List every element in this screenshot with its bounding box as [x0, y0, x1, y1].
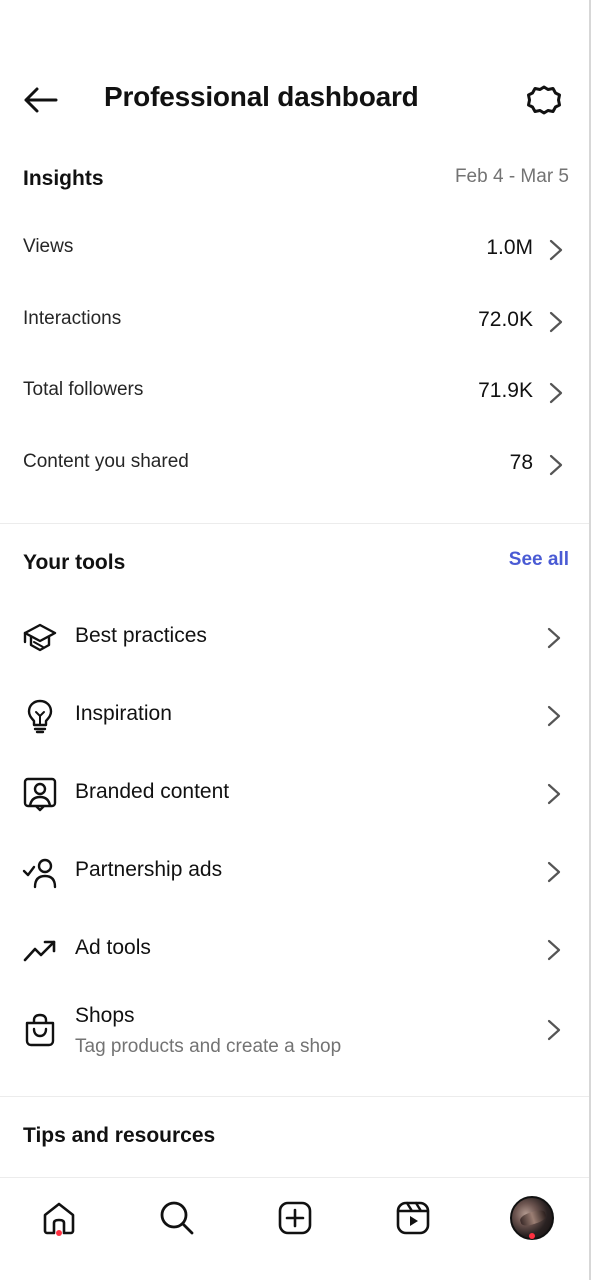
insight-row-interactions[interactable]: Interactions 72.0K — [0, 294, 589, 350]
chevron-right-icon — [549, 311, 563, 333]
insight-row-views[interactable]: Views 1.0M — [0, 222, 589, 278]
tool-sublabel: Tag products and create a shop — [75, 1036, 342, 1057]
create-icon — [278, 1201, 312, 1235]
search-icon — [160, 1201, 194, 1235]
reels-icon — [396, 1201, 430, 1235]
chevron-right-icon — [547, 1019, 561, 1041]
tips-title: Tips and resources — [23, 1124, 216, 1147]
branded-content-icon — [22, 776, 58, 812]
chevron-right-icon — [549, 239, 563, 261]
section-divider — [0, 523, 589, 524]
tool-ad-tools[interactable]: Ad tools — [0, 918, 589, 982]
header: Professional dashboard — [0, 70, 589, 130]
shopping-bag-icon — [22, 1012, 58, 1048]
date-range[interactable]: Feb 4 - Mar 5 — [455, 166, 569, 188]
tool-branded-content[interactable]: Branded content — [0, 762, 589, 826]
insight-value: 1.0M — [486, 236, 533, 259]
insight-value: 72.0K — [478, 308, 533, 331]
chevron-right-icon — [547, 627, 561, 649]
tool-best-practices[interactable]: Best practices — [0, 606, 589, 670]
insight-value: 78 — [509, 451, 533, 474]
chevron-right-icon — [547, 939, 561, 961]
nav-search[interactable] — [149, 1190, 205, 1246]
insights-title: Insights — [23, 167, 104, 190]
lightbulb-icon — [22, 698, 58, 734]
tool-label: Best practices — [75, 624, 207, 647]
tool-label: Partnership ads — [75, 858, 223, 881]
bottom-navigation — [0, 1177, 589, 1280]
nav-home[interactable] — [31, 1190, 87, 1246]
chevron-right-icon — [547, 861, 561, 883]
tools-title: Your tools — [23, 551, 126, 574]
insight-label: Interactions — [23, 308, 122, 329]
partnership-check-icon — [22, 854, 58, 890]
see-all-link[interactable]: See all — [509, 549, 569, 571]
insight-label: Views — [23, 236, 74, 257]
insight-label: Total followers — [23, 379, 144, 400]
tool-label: Branded content — [75, 780, 230, 803]
chevron-right-icon — [547, 705, 561, 727]
arrow-left-icon — [24, 87, 58, 113]
section-divider — [0, 1096, 589, 1097]
insight-row-total-followers[interactable]: Total followers 71.9K — [0, 365, 589, 421]
insight-label: Content you shared — [23, 451, 189, 472]
tool-label: Ad tools — [75, 936, 151, 959]
notification-dot — [529, 1233, 535, 1239]
tool-partnership-ads[interactable]: Partnership ads — [0, 840, 589, 904]
chevron-right-icon — [547, 783, 561, 805]
trending-up-icon — [22, 932, 58, 968]
nav-create[interactable] — [267, 1190, 323, 1246]
insight-row-content-shared[interactable]: Content you shared 78 — [0, 437, 589, 493]
chevron-right-icon — [549, 454, 563, 476]
tool-shops[interactable]: Shops Tag products and create a shop — [0, 986, 589, 1066]
tool-inspiration[interactable]: Inspiration — [0, 684, 589, 748]
tool-label: Shops — [75, 1004, 135, 1027]
nav-reels[interactable] — [385, 1190, 441, 1246]
notification-dot — [56, 1230, 62, 1236]
insight-value: 71.9K — [478, 379, 533, 402]
gear-icon — [527, 85, 561, 115]
chevron-right-icon — [549, 382, 563, 404]
settings-button[interactable] — [524, 80, 564, 120]
back-button[interactable] — [20, 82, 60, 118]
tool-label: Inspiration — [75, 702, 172, 725]
graduation-cap-icon — [22, 620, 58, 656]
page-title: Professional dashboard — [104, 81, 419, 112]
